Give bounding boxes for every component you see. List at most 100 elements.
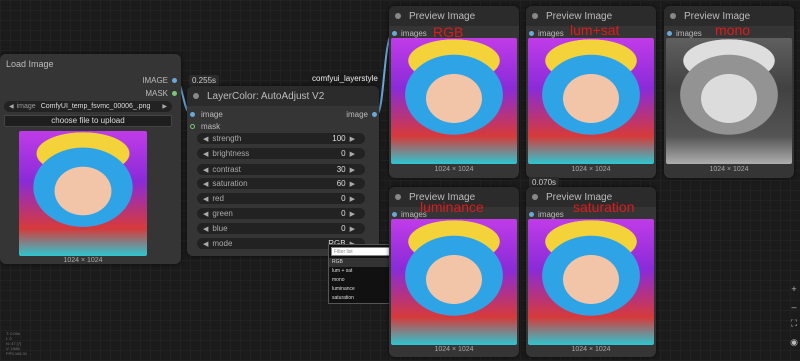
preview-image: [528, 38, 654, 164]
input-image-slot[interactable]: image: [190, 110, 223, 119]
decrement-arrow-icon[interactable]: ◀: [203, 180, 208, 188]
widget-label: strength: [212, 134, 242, 143]
upload-button-label: choose file to upload: [51, 116, 125, 125]
input-dot[interactable]: [392, 212, 397, 217]
overlay-caption: mono: [715, 22, 751, 38]
input-images-slot[interactable]: images: [392, 29, 427, 38]
upload-button[interactable]: choose file to upload: [4, 115, 172, 127]
image-size-label: 1024 × 1024: [63, 257, 103, 264]
input-label: images: [401, 29, 427, 38]
brightness-widget[interactable]: ◀ brightness 0 ▶: [197, 148, 365, 159]
increment-arrow-icon[interactable]: ▶: [350, 180, 355, 188]
preview-image: [391, 38, 517, 164]
auto-adjust-node[interactable]: LayerColor: AutoAdjust V2 image mask ima…: [187, 86, 379, 256]
overlay-caption: saturation: [573, 199, 635, 215]
image-size-label: 1024 × 1024: [571, 346, 611, 353]
node-title: Preview Image: [409, 10, 476, 22]
output-dot[interactable]: [172, 91, 177, 96]
input-dot[interactable]: [529, 31, 534, 36]
increment-arrow-icon[interactable]: ▶: [350, 166, 355, 174]
decrement-arrow-icon[interactable]: ◀: [203, 225, 208, 233]
input-images-slot[interactable]: images: [529, 29, 564, 38]
preview-image: [528, 219, 654, 345]
widget-label: green: [212, 209, 233, 218]
output-mask-slot[interactable]: MASK: [145, 89, 177, 98]
node-title: Preview Image: [546, 10, 613, 22]
node-group-label: comfyui_layerstyle: [309, 73, 381, 84]
output-image-slot[interactable]: image: [346, 110, 377, 119]
zoom-out-icon[interactable]: –: [788, 302, 800, 318]
decrement-arrow-icon[interactable]: ◀: [203, 166, 208, 174]
widget-value: 0: [341, 224, 346, 233]
input-images-slot[interactable]: images: [529, 210, 564, 219]
input-mask-slot[interactable]: mask: [190, 122, 220, 131]
image-size-label: 1024 × 1024: [434, 166, 474, 173]
widget-label: brightness: [212, 149, 250, 158]
widget-label: red: [212, 194, 224, 203]
input-label: images: [538, 210, 564, 219]
preview-image: [391, 219, 517, 345]
increment-arrow-icon[interactable]: ▶: [350, 150, 355, 158]
widget-value: 0: [341, 149, 346, 158]
load-image-node[interactable]: Load Image IMAGE MASK ◀ image ComfyUI_te…: [0, 54, 181, 264]
combo-label: image: [16, 103, 36, 110]
output-label: MASK: [145, 89, 168, 98]
fit-view-icon[interactable]: ⛶: [788, 318, 800, 334]
loaded-image: [19, 131, 147, 256]
toggle-link-visibility-icon[interactable]: ◉: [788, 337, 800, 353]
output-image-slot[interactable]: IMAGE: [142, 76, 177, 85]
collapse-toggle[interactable]: [395, 13, 401, 19]
input-label: images: [676, 29, 702, 38]
node-title: LayerColor: AutoAdjust V2: [207, 90, 325, 102]
preview-title-bar[interactable]: Preview Image: [389, 6, 519, 26]
input-dot[interactable]: [190, 124, 195, 129]
decrement-arrow-icon[interactable]: ◀: [203, 240, 208, 248]
node-title: Load Image: [6, 59, 54, 69]
widget-value: 0: [341, 209, 346, 218]
green-widget[interactable]: ◀ green 0 ▶: [197, 208, 365, 219]
decrement-arrow-icon[interactable]: ◀: [203, 135, 208, 143]
input-dot[interactable]: [190, 112, 195, 117]
output-dot[interactable]: [172, 78, 177, 83]
input-dot[interactable]: [529, 212, 534, 217]
widget-label: saturation: [212, 179, 248, 188]
widget-label: mode: [212, 239, 233, 248]
collapse-toggle[interactable]: [532, 194, 538, 200]
output-label: image: [346, 110, 368, 119]
input-label: images: [538, 29, 564, 38]
collapse-toggle[interactable]: [193, 93, 199, 99]
decrement-arrow-icon[interactable]: ◀: [203, 150, 208, 158]
combo-value: ComfyUI_temp_fsvmc_00006_.png: [40, 103, 151, 110]
saturation-widget[interactable]: ◀ saturation 60 ▶: [197, 178, 365, 189]
widget-label: contrast: [212, 165, 241, 174]
canvas-stats: T: 0.00s I: 0 N: 47 [7] V: 1588 FPS:166.…: [6, 331, 27, 356]
input-dot[interactable]: [392, 31, 397, 36]
output-dot[interactable]: [372, 112, 377, 117]
combo-left-arrow-icon[interactable]: ◀: [9, 103, 14, 110]
increment-arrow-icon[interactable]: ▶: [350, 195, 355, 203]
collapse-toggle[interactable]: [532, 13, 538, 19]
load-image-title-bar[interactable]: Load Image: [0, 54, 181, 74]
contrast-widget[interactable]: ◀ contrast 30 ▶: [197, 164, 365, 175]
decrement-arrow-icon[interactable]: ◀: [203, 195, 208, 203]
zoom-in-icon[interactable]: +: [788, 284, 800, 300]
input-label: mask: [201, 122, 221, 131]
widget-value: 100: [332, 134, 346, 143]
overlay-caption: luminance: [420, 199, 484, 215]
strength-widget[interactable]: ◀ strength 100 ▶: [197, 133, 365, 144]
red-widget[interactable]: ◀ red 0 ▶: [197, 193, 365, 204]
input-images-slot[interactable]: images: [667, 29, 702, 38]
collapse-toggle[interactable]: [670, 13, 676, 19]
decrement-arrow-icon[interactable]: ◀: [203, 210, 208, 218]
image-combo-widget[interactable]: ◀ image ComfyUI_temp_fsvmc_00006_.png ▶: [4, 101, 172, 112]
overlay-caption: RGB: [433, 24, 464, 40]
blue-widget[interactable]: ◀ blue 0 ▶: [197, 223, 365, 234]
input-dot[interactable]: [667, 31, 672, 36]
increment-arrow-icon[interactable]: ▶: [350, 225, 355, 233]
combo-right-arrow-icon[interactable]: ▶: [162, 103, 167, 110]
collapse-toggle[interactable]: [395, 194, 401, 200]
auto-adjust-title-bar[interactable]: LayerColor: AutoAdjust V2: [187, 86, 379, 106]
increment-arrow-icon[interactable]: ▶: [350, 210, 355, 218]
widget-value: 60: [336, 179, 346, 188]
increment-arrow-icon[interactable]: ▶: [350, 135, 355, 143]
